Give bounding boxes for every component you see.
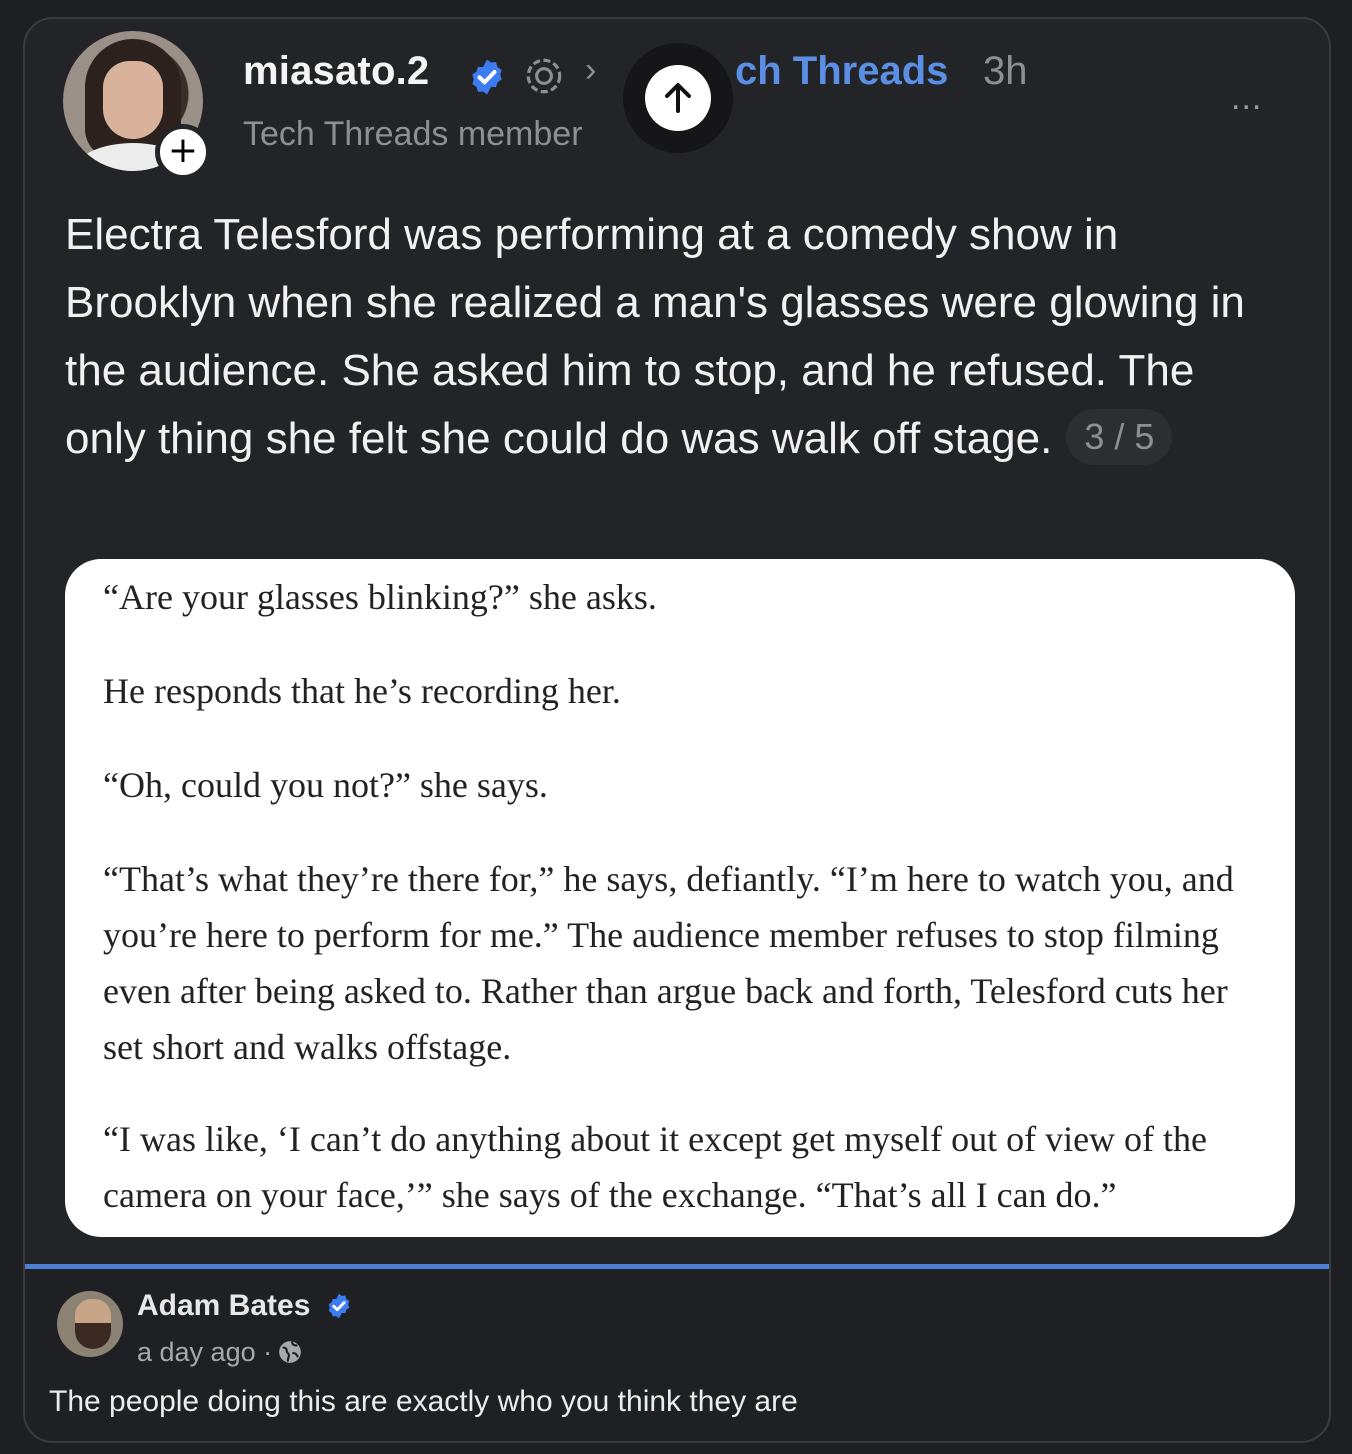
article-paragraph: He responds that he’s recording her. — [103, 671, 621, 711]
verified-badge-icon — [472, 59, 502, 95]
comment: Adam Bates a day ago · The people doing … — [25, 1269, 1329, 1441]
arrow-up-icon — [665, 83, 691, 113]
chevron-right-icon: › — [585, 51, 597, 89]
article-paragraph: “Are your glasses blinking?” she asks. — [103, 577, 657, 617]
scroll-to-top-circle — [645, 65, 711, 131]
comment-text: The people doing this are exactly who yo… — [49, 1385, 798, 1418]
community-link[interactable]: ch Threads — [735, 49, 948, 94]
comment-timestamp[interactable]: a day ago · — [137, 1337, 272, 1368]
follow-plus-icon[interactable]: + — [155, 124, 211, 180]
threads-community-icon — [526, 58, 562, 94]
article-paragraph: “That’s what they’re there for,” he says… — [103, 859, 1234, 1067]
post-time: 3h — [983, 49, 1028, 93]
verified-badge-icon — [328, 1293, 350, 1319]
more-options-icon[interactable]: ... — [1231, 79, 1262, 118]
quoted-article-image[interactable]: “Are your glasses blinking?” she asks. H… — [65, 559, 1295, 1237]
post-card: + miasato.2 › ch Threads 3h Tech Threads… — [23, 17, 1331, 1443]
page-counter-badge[interactable]: 3 / 5 — [1066, 409, 1173, 465]
post-body: Electra Telesford was performing at a co… — [65, 201, 1265, 473]
article-paragraph: “I was like, ‘I can’t do anything about … — [103, 1119, 1208, 1215]
avatar-face — [103, 61, 163, 139]
globe-icon — [279, 1341, 301, 1363]
commenter-name[interactable]: Adam Bates — [137, 1289, 353, 1323]
poster-username[interactable]: miasato.2 — [243, 49, 429, 94]
commenter-avatar[interactable] — [57, 1291, 123, 1357]
member-label: Tech Threads member — [243, 115, 583, 153]
scroll-to-top-button[interactable] — [623, 43, 733, 153]
article-paragraph: “Oh, could you not?” she says. — [103, 765, 548, 805]
avatar-beard — [75, 1323, 111, 1349]
commenter-name-text: Adam Bates — [137, 1289, 311, 1322]
